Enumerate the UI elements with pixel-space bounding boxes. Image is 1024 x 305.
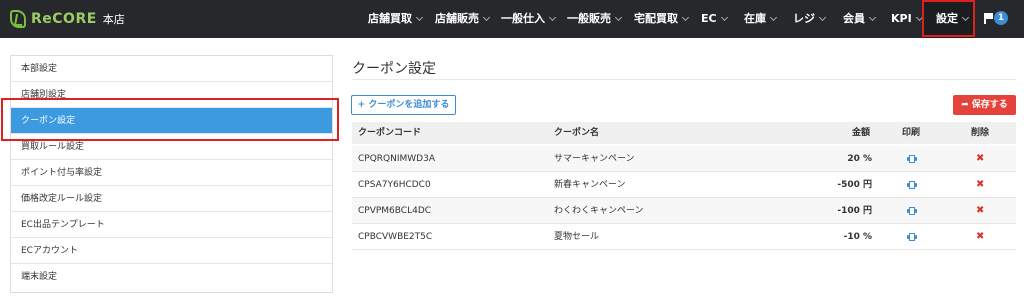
- chevron-down-icon: [868, 13, 877, 22]
- nav-label: 在庫: [744, 12, 766, 25]
- table-row: CPQRQNIMWD3A サマーキャンペーン 20 % ✖: [352, 146, 1016, 172]
- coupon-amount: -500 円: [837, 180, 872, 190]
- table-row: CPVPM6BCL4DC わくわくキャンペーン -100 円 ✖: [352, 198, 1016, 224]
- column-header-amount: 金額: [852, 128, 871, 138]
- store-name: 本店: [102, 13, 125, 26]
- top-navbar: ReCORE 本店 店舗買取 店舗販売 一般仕入 一般販売 宅配買取 EC 在庫…: [0, 0, 1024, 38]
- nav-item-ec[interactable]: EC: [701, 0, 728, 38]
- chevron-down-icon: [548, 13, 557, 22]
- column-header-code: クーポンコード: [358, 128, 422, 138]
- sidebar-item-ec-listing-template[interactable]: EC出品テンプレート: [11, 212, 332, 238]
- coupon-code: CPSA7Y6HCDC0: [358, 180, 431, 190]
- chevron-down-icon: [818, 13, 827, 22]
- share-icon: ➦: [961, 100, 969, 110]
- nav-item-delivery-purchase[interactable]: 宅配買取: [634, 0, 690, 38]
- settings-sidebar: 本部設定 店舗別設定 クーポン設定 買取ルール設定 ポイント付与率設定 価格改定…: [10, 55, 333, 293]
- nav-label: EC: [701, 12, 717, 25]
- chevron-down-icon: [769, 13, 778, 22]
- coupon-amount: 20 %: [847, 154, 872, 164]
- column-header-name: クーポン名: [554, 128, 600, 138]
- brand-name: ReCORE: [31, 11, 97, 27]
- nav-label: 会員: [843, 12, 865, 25]
- nav-item-members[interactable]: 会員: [843, 0, 877, 38]
- sidebar-item-point-rate[interactable]: ポイント付与率設定: [11, 160, 332, 186]
- coupon-code: CPQRQNIMWD3A: [358, 154, 435, 164]
- add-coupon-button[interactable]: + クーポンを追加する: [351, 95, 456, 115]
- chevron-down-icon: [720, 13, 728, 22]
- close-icon[interactable]: ✖: [976, 204, 984, 218]
- nav-item-inventory[interactable]: 在庫: [744, 0, 778, 38]
- table-header: クーポンコード クーポン名 金額 印刷 削除: [352, 122, 1016, 144]
- nav-label: 店舗販売: [435, 12, 479, 25]
- nav-label: レジ: [793, 12, 815, 25]
- printer-icon[interactable]: [907, 155, 917, 163]
- table-row: CPSA7Y6HCDC0 新春キャンペーン -500 円 ✖: [352, 172, 1016, 198]
- printer-icon[interactable]: [907, 181, 917, 189]
- coupon-amount: -100 円: [837, 206, 872, 216]
- sidebar-item-hq-settings[interactable]: 本部設定: [11, 56, 332, 82]
- sidebar-item-terminal-settings[interactable]: 端末設定: [11, 264, 332, 290]
- nav-label: 一般販売: [567, 12, 611, 25]
- table-row: CPBCVWBE2T5C 夏物セール -10 % ✖: [352, 224, 1016, 250]
- column-header-delete: 削除: [971, 128, 990, 138]
- coupon-name: 新春キャンペーン: [554, 180, 626, 190]
- chevron-down-icon: [482, 13, 491, 22]
- flag-icon[interactable]: [984, 13, 993, 24]
- nav-item-store-purchase[interactable]: 店舗買取: [368, 0, 424, 38]
- notification-badge[interactable]: 1: [994, 11, 1008, 25]
- coupon-name: サマーキャンペーン: [554, 154, 635, 164]
- close-icon[interactable]: ✖: [976, 152, 984, 166]
- nav-label: 宅配買取: [634, 12, 678, 25]
- nav-item-general-purchasing[interactable]: 一般仕入: [501, 0, 557, 38]
- coupon-code: CPVPM6BCL4DC: [358, 206, 432, 216]
- printer-icon[interactable]: [907, 233, 917, 241]
- column-header-print: 印刷: [902, 128, 921, 138]
- highlight-box-settings: [922, 0, 975, 37]
- nav-label: 店舗買取: [368, 12, 412, 25]
- sidebar-item-price-revision-rules[interactable]: 価格改定ルール設定: [11, 186, 332, 212]
- nav-item-kpi[interactable]: KPI: [891, 0, 923, 38]
- chevron-down-icon: [681, 13, 690, 22]
- coupon-amount: -10 %: [843, 232, 872, 242]
- brand[interactable]: ReCORE 本店: [10, 9, 125, 29]
- nav-item-register[interactable]: レジ: [793, 0, 827, 38]
- chevron-down-icon: [415, 13, 424, 22]
- coupon-name: わくわくキャンペーン: [554, 206, 644, 216]
- sidebar-item-ec-account[interactable]: ECアカウント: [11, 238, 332, 264]
- close-icon[interactable]: ✖: [976, 230, 984, 244]
- save-button-label: 保存する: [971, 100, 1008, 110]
- divider: [352, 79, 1016, 80]
- coupon-name: 夏物セール: [554, 232, 600, 242]
- printer-icon[interactable]: [907, 207, 917, 215]
- page-title: クーポン設定: [352, 61, 436, 77]
- nav-item-general-sales[interactable]: 一般販売: [567, 0, 623, 38]
- nav-label: KPI: [891, 12, 912, 25]
- recore-logo-icon: [10, 10, 26, 28]
- close-icon[interactable]: ✖: [976, 178, 984, 192]
- nav-label: 一般仕入: [501, 12, 545, 25]
- coupon-code: CPBCVWBE2T5C: [358, 232, 433, 242]
- save-button[interactable]: ➦ 保存する: [953, 95, 1016, 115]
- nav-item-store-sales[interactable]: 店舗販売: [435, 0, 491, 38]
- chevron-down-icon: [614, 13, 623, 22]
- highlight-box-coupon: [1, 98, 339, 141]
